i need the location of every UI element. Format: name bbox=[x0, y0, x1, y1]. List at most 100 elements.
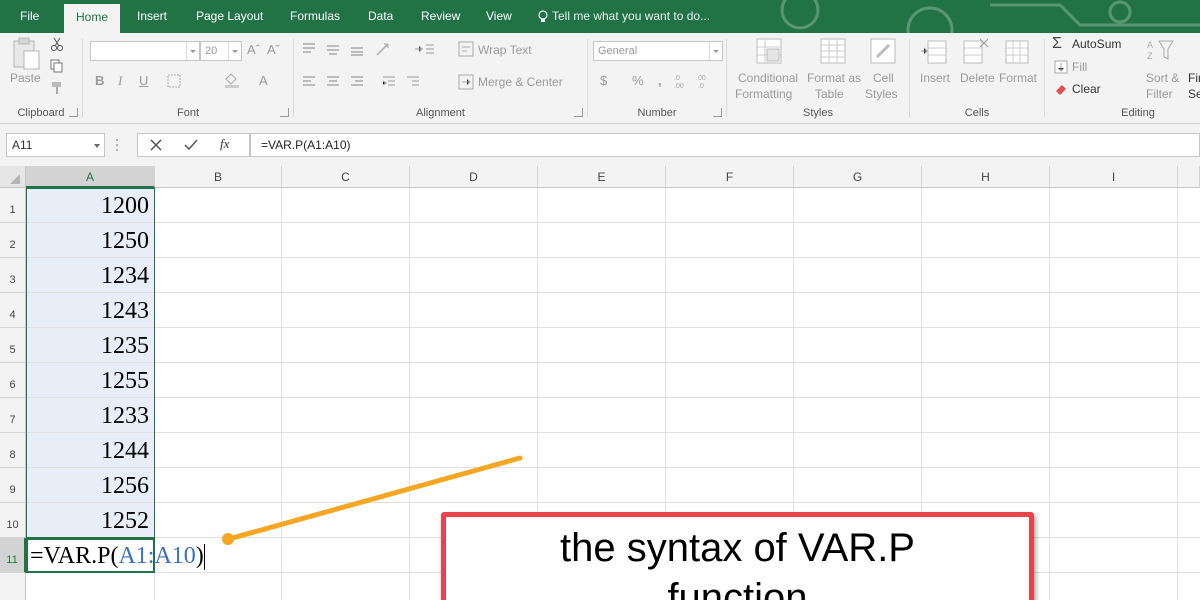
paste-icon[interactable] bbox=[10, 37, 42, 71]
tell-me-search[interactable]: Tell me what you want to do... bbox=[538, 0, 710, 33]
worksheet-grid: A B C D E F G H I 1 2 3 4 5 6 7 8 9 10 1… bbox=[0, 166, 1200, 600]
ribbon: Paste Clipboard 20 Aˆ Aˇ B I U A Font Wr… bbox=[0, 33, 1200, 124]
tab-view[interactable]: View bbox=[474, 0, 524, 33]
background-pattern-icon bbox=[780, 0, 1200, 33]
conditional-formatting-icon[interactable] bbox=[755, 37, 783, 67]
vertical-align-icon[interactable] bbox=[302, 42, 372, 56]
insert-cells-icon[interactable] bbox=[920, 37, 948, 67]
tab-formulas[interactable]: Formulas bbox=[278, 0, 352, 33]
number-group: General $ % , .0.00.00.0 Number bbox=[588, 33, 726, 123]
bold-button[interactable]: B bbox=[95, 73, 104, 88]
font-size-combo[interactable]: 20 bbox=[200, 41, 242, 61]
cut-icon[interactable] bbox=[50, 37, 64, 51]
cell-styles-line2[interactable]: Styles bbox=[865, 87, 898, 101]
lightbulb-icon bbox=[538, 10, 548, 22]
clear-button[interactable]: Clear bbox=[1072, 82, 1101, 96]
callout-line1: the syntax of VAR.P bbox=[560, 526, 915, 570]
insert-function-icon[interactable]: fx bbox=[220, 136, 229, 152]
formula-bar-grip-icon[interactable] bbox=[115, 137, 119, 153]
horizontal-align-icon[interactable] bbox=[302, 75, 372, 89]
svg-text:A: A bbox=[1147, 40, 1153, 50]
format-cells-icon[interactable] bbox=[1004, 37, 1032, 67]
svg-text:.00: .00 bbox=[696, 75, 706, 82]
alignment-launcher[interactable] bbox=[574, 108, 583, 117]
cell-styles-line1[interactable]: Cell bbox=[873, 71, 894, 85]
tab-file[interactable]: File bbox=[8, 0, 51, 33]
conditional-formatting-line1[interactable]: Conditional bbox=[738, 71, 798, 85]
tab-insert[interactable]: Insert bbox=[125, 0, 179, 33]
svg-text:.0: .0 bbox=[698, 83, 704, 89]
tab-review[interactable]: Review bbox=[409, 0, 472, 33]
format-as-table-line1[interactable]: Format as bbox=[807, 71, 861, 85]
number-format-value: General bbox=[598, 45, 638, 57]
find-select-line1[interactable]: Fir bbox=[1188, 71, 1200, 85]
wrap-text-icon[interactable] bbox=[458, 41, 474, 57]
borders-icon[interactable] bbox=[167, 74, 189, 88]
fill-icon[interactable] bbox=[1054, 60, 1068, 74]
tab-home[interactable]: Home bbox=[64, 4, 121, 33]
alignment-group: Wrap Text Merge & Center Alignment bbox=[294, 33, 587, 123]
currency-icon[interactable]: $ bbox=[600, 73, 607, 88]
insert-cells-button[interactable]: Insert bbox=[920, 71, 950, 85]
cell-styles-icon[interactable] bbox=[869, 37, 897, 67]
name-box[interactable]: A11 bbox=[6, 133, 105, 157]
formula-input[interactable]: =VAR.P(A1:A10) bbox=[250, 133, 1200, 157]
cells-label: Cells bbox=[964, 107, 990, 119]
styles-label: Styles bbox=[803, 107, 833, 119]
indent-icon[interactable] bbox=[414, 41, 438, 57]
clipboard-launcher[interactable] bbox=[69, 108, 78, 117]
tab-page-layout[interactable]: Page Layout bbox=[184, 0, 275, 33]
autosum-button[interactable]: AutoSum bbox=[1072, 37, 1121, 51]
font-launcher[interactable] bbox=[280, 108, 289, 117]
fill-button[interactable]: Fill bbox=[1072, 60, 1087, 74]
font-name-combo[interactable] bbox=[90, 41, 200, 61]
tab-data[interactable]: Data bbox=[356, 0, 405, 33]
ribbon-tab-bar: File Home Insert Page Layout Formulas Da… bbox=[0, 0, 1200, 33]
sort-filter-line1[interactable]: Sort & bbox=[1146, 71, 1179, 85]
sort-filter-icon[interactable]: AZ bbox=[1145, 37, 1175, 67]
tell-me-text: Tell me what you want to do... bbox=[552, 9, 711, 23]
sort-filter-line2[interactable]: Filter bbox=[1146, 87, 1173, 101]
name-box-value: A11 bbox=[12, 138, 33, 152]
font-label: Font bbox=[176, 107, 199, 119]
conditional-formatting-line2[interactable]: Formatting bbox=[735, 87, 792, 101]
comma-style-icon[interactable]: , bbox=[658, 73, 662, 88]
wrap-text-button[interactable]: Wrap Text bbox=[478, 43, 532, 57]
cancel-icon[interactable] bbox=[150, 139, 162, 151]
format-cells-button[interactable]: Format bbox=[999, 71, 1037, 85]
name-box-dropdown-icon[interactable] bbox=[94, 144, 100, 148]
merge-center-icon[interactable] bbox=[458, 74, 474, 90]
format-as-table-icon[interactable] bbox=[819, 37, 847, 67]
delete-cells-icon[interactable] bbox=[962, 37, 990, 67]
font-size-value: 20 bbox=[205, 45, 218, 57]
outdent-indent-icon[interactable] bbox=[382, 75, 430, 89]
number-launcher[interactable] bbox=[713, 108, 722, 117]
number-format-combo[interactable]: General bbox=[593, 41, 723, 61]
editing-group: Σ AutoSum Fill Clear AZ Sort & Filter Fi… bbox=[1045, 33, 1200, 123]
merge-center-button[interactable]: Merge & Center bbox=[478, 75, 563, 89]
eraser-icon[interactable] bbox=[1054, 82, 1068, 96]
format-painter-icon[interactable] bbox=[50, 81, 64, 95]
font-color-icon[interactable]: A bbox=[259, 73, 268, 88]
format-as-table-line2[interactable]: Table bbox=[815, 87, 844, 101]
annotation-callout: the syntax of VAR.P function bbox=[441, 512, 1034, 600]
svg-text:.0: .0 bbox=[674, 75, 680, 82]
font-group: 20 Aˆ Aˇ B I U A Font bbox=[83, 33, 293, 123]
enter-check-icon[interactable] bbox=[184, 139, 198, 151]
italic-button[interactable]: I bbox=[118, 73, 122, 89]
increase-font-icon[interactable]: Aˆ bbox=[247, 42, 260, 57]
cells-group: Insert Delete Format Cells bbox=[910, 33, 1044, 123]
decrease-font-icon[interactable]: Aˇ bbox=[267, 42, 280, 57]
underline-button[interactable]: U bbox=[139, 73, 148, 88]
svg-text:.00: .00 bbox=[674, 83, 684, 89]
copy-icon[interactable] bbox=[50, 59, 64, 73]
fill-color-icon[interactable] bbox=[223, 72, 245, 88]
paste-button[interactable]: Paste bbox=[10, 71, 41, 85]
percent-icon[interactable]: % bbox=[632, 73, 644, 88]
decimal-icon[interactable]: .0.00.00.0 bbox=[674, 73, 718, 89]
find-select-line2[interactable]: Sel bbox=[1188, 87, 1200, 101]
orientation-icon[interactable] bbox=[374, 41, 398, 57]
formula-buttons: fx bbox=[137, 133, 250, 157]
delete-cells-button[interactable]: Delete bbox=[960, 71, 995, 85]
autosum-icon[interactable]: Σ bbox=[1052, 35, 1062, 53]
